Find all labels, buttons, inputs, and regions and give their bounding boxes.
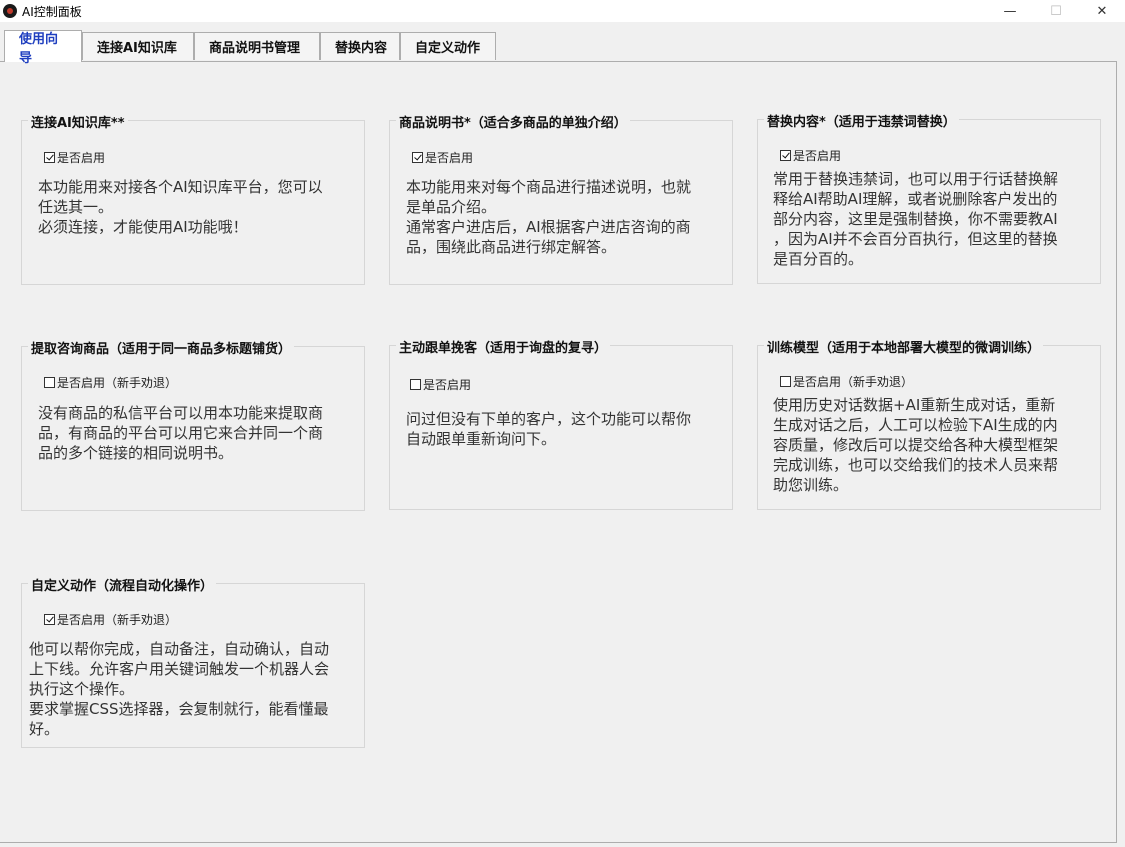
checkbox-label: 是否启用 [57, 151, 106, 165]
enable-knowledge-checkbox[interactable]: 是否启用 [44, 149, 105, 166]
checkbox-unchecked-icon[interactable] [780, 376, 791, 387]
window-controls: — ☐ ✕ [987, 0, 1125, 22]
tab-strip: 使用向导 连接AI知识库 商品说明书管理 替换内容 自定义动作 [0, 30, 1125, 66]
checkbox-label: 是否启用（新手劝退） [57, 376, 178, 390]
group-description: 他可以帮你完成，自动备注，自动确认，自动 上下线。允许客户用关键词触发一个机器人… [29, 640, 330, 738]
group-title: 提取咨询商品（适用于同一商品多标题铺货） [28, 338, 295, 357]
group-custom-action: 自定义动作（流程自动化操作） 是否启用（新手劝退） 他可以帮你完成，自动备注，自… [21, 575, 365, 748]
minimize-button[interactable]: — [987, 0, 1033, 22]
group-title: 替换内容*（适用于违禁词替换） [764, 111, 959, 130]
checkbox-unchecked-icon[interactable] [44, 377, 55, 388]
group-follow-up: 主动跟单挽客（适用于询盘的复寻） 是否启用 问过但没有下单的客户，这个功能可以帮… [389, 337, 733, 510]
group-description: 使用历史对话数据+AI重新生成对话，重新 生成对话之后，人工可以检验下AI生成的… [773, 396, 1059, 494]
close-button[interactable]: ✕ [1079, 0, 1125, 22]
checkbox-unchecked-icon[interactable] [410, 379, 421, 390]
group-description: 本功能用来对每个商品进行描述说明，也就 是单品介绍。 通常客户进店后，AI根据客… [406, 178, 692, 256]
enable-replace-checkbox[interactable]: 是否启用 [780, 147, 841, 164]
checkbox-checked-icon[interactable] [780, 150, 791, 161]
maximize-button[interactable]: ☐ [1033, 0, 1079, 22]
window-title: AI控制面板 [22, 4, 82, 19]
group-title: 训练模型（适用于本地部署大模型的微调训练） [764, 337, 1044, 356]
group-title: 自定义动作（流程自动化操作） [28, 575, 217, 594]
group-title: 连接AI知识库** [28, 112, 128, 131]
checkbox-label: 是否启用 [425, 151, 474, 165]
tab-replace-content[interactable]: 替换内容 [320, 32, 400, 60]
group-replace-content: 替换内容*（适用于违禁词替换） 是否启用 常用于替换违禁词，也可以用于行话替换解… [757, 111, 1101, 284]
group-description: 问过但没有下单的客户，这个功能可以帮你 自动跟单重新询问下。 [406, 410, 692, 448]
tab-knowledge-base[interactable]: 连接AI知识库 [82, 32, 194, 60]
tab-product-manual[interactable]: 商品说明书管理 [194, 32, 320, 60]
group-product-manual: 商品说明书*（适合多商品的单独介绍） 是否启用 本功能用来对每个商品进行描述说明… [389, 112, 733, 285]
enable-followup-checkbox[interactable]: 是否启用 [410, 376, 471, 393]
enable-custom-checkbox[interactable]: 是否启用（新手劝退） [44, 611, 177, 628]
group-title: 商品说明书*（适合多商品的单独介绍） [396, 112, 630, 131]
checkbox-checked-icon[interactable] [412, 152, 423, 163]
checkbox-checked-icon[interactable] [44, 614, 55, 625]
group-extract-product: 提取咨询商品（适用于同一商品多标题铺货） 是否启用（新手劝退） 没有商品的私信平… [21, 338, 365, 511]
title-bar: AI控制面板 — ☐ ✕ [0, 0, 1125, 22]
group-description: 常用于替换违禁词，也可以用于行话替换解 释给AI帮助AI理解，或者说删除客户发出… [773, 170, 1059, 268]
checkbox-label: 是否启用 [793, 149, 842, 163]
group-training-model: 训练模型（适用于本地部署大模型的微调训练） 是否启用（新手劝退） 使用历史对话数… [757, 337, 1101, 510]
checkbox-label: 是否启用（新手劝退） [793, 375, 914, 389]
enable-extract-checkbox[interactable]: 是否启用（新手劝退） [44, 374, 177, 391]
group-description: 没有商品的私信平台可以用本功能来提取商 品，有商品的平台可以用它来合并同一个商 … [38, 404, 324, 462]
tab-guide[interactable]: 使用向导 [4, 30, 82, 66]
enable-training-checkbox[interactable]: 是否启用（新手劝退） [780, 373, 913, 390]
checkbox-checked-icon[interactable] [44, 152, 55, 163]
checkbox-label: 是否启用（新手劝退） [57, 613, 178, 627]
group-title: 主动跟单挽客（适用于询盘的复寻） [396, 337, 611, 356]
enable-manual-checkbox[interactable]: 是否启用 [412, 149, 473, 166]
group-description: 本功能用来对接各个AI知识库平台，您可以 任选其一。 必须连接，才能使用AI功能… [38, 178, 323, 236]
tab-custom-action[interactable]: 自定义动作 [400, 32, 496, 60]
checkbox-label: 是否启用 [423, 378, 472, 392]
group-knowledge-base: 连接AI知识库** 是否启用 本功能用来对接各个AI知识库平台，您可以 任选其一… [21, 112, 365, 285]
app-logo-icon [3, 4, 17, 18]
